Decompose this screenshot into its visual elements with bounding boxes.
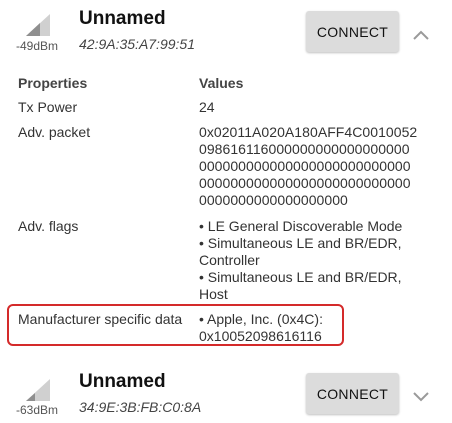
property-value: • Simultaneous LE and BR/EDR, [199,235,402,251]
connect-button[interactable]: CONNECT [306,11,399,52]
rssi-value: -49dBm [16,39,59,53]
chevron-down-icon[interactable] [413,389,429,402]
chevron-up-icon[interactable] [413,27,429,40]
property-value: 0000000000000000000 [199,192,348,208]
property-value: 000000000000000000000000000 [199,175,411,191]
property-label: Adv. flags [18,218,79,234]
device-mac-address: 42:9A:35:A7:99:51 [79,36,195,52]
properties-header: Properties [18,75,88,91]
device-name: Unnamed [79,8,166,29]
property-value: 0x02011A020A180AFF4C0010052 [199,124,418,140]
device-mac-address: 34:9E:3B:FB:C0:8A [79,399,202,415]
signal-strength-icon [26,14,50,36]
device-name: Unnamed [79,371,166,392]
property-value: Controller [199,252,260,268]
property-label: Adv. packet [18,124,91,140]
property-value: 000000000000000000000000000 [199,158,411,174]
connect-button[interactable]: CONNECT [306,373,399,414]
property-value: 098616116000000000000000000 [199,141,410,157]
property-value: 24 [199,99,215,115]
rssi-value: -63dBm [16,403,59,417]
property-value: • Simultaneous LE and BR/EDR, [199,269,402,285]
values-header: Values [199,75,244,91]
property-value: • LE General Discoverable Mode [199,218,403,234]
signal-strength-icon [26,379,50,401]
highlight-box [7,304,344,346]
property-label: Tx Power [18,99,78,115]
property-value: Host [199,286,228,302]
